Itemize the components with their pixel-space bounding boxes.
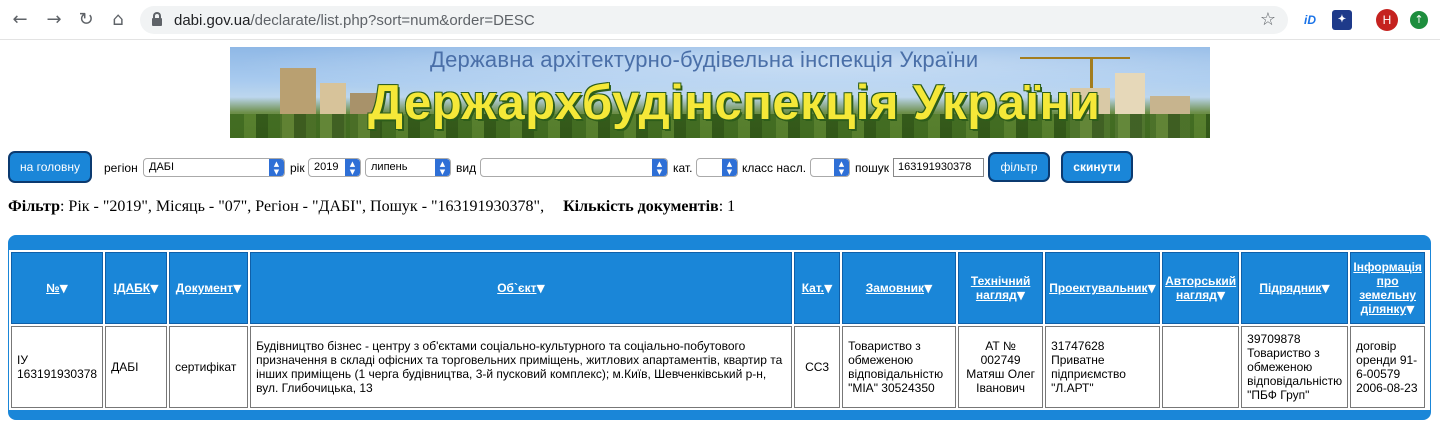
sort-link[interactable]: ІДАБК	[114, 281, 151, 295]
home-button[interactable]: на головну	[8, 151, 92, 183]
filter-summary: Фільтр: Рік - "2019", Місяць - "07", Рег…	[8, 198, 735, 216]
sort-down-icon: ▼	[824, 282, 833, 295]
cell-object: Будівництво бізнес - центру з об'єктами …	[250, 326, 793, 408]
sort-down-icon: ▼	[1321, 282, 1330, 295]
class-select[interactable]: ▲ ▼	[810, 158, 850, 177]
column-header-category[interactable]: Кат.▼	[794, 252, 841, 324]
region-select-value: ДАБІ	[149, 161, 175, 173]
cell-land-info: договір оренди 91-6-00579 2006-08-23	[1350, 326, 1426, 408]
cell-tech-supervision: АТ № 002749 Матяш Олег Іванович	[958, 326, 1044, 408]
sort-link[interactable]: Підрядник	[1259, 281, 1321, 295]
sort-link[interactable]: Авторський нагляд	[1165, 274, 1236, 302]
reload-icon[interactable]: ↻	[74, 8, 98, 32]
table-header-row: №▼ ІДАБК▼ Документ▼ Об`єкт▼ Кат.▼ Замовн…	[11, 252, 1426, 324]
chevron-updown-icon: ▲ ▼	[435, 159, 450, 176]
type-select[interactable]: ▲ ▼	[480, 158, 668, 177]
table-footer-band	[9, 410, 1430, 419]
cell-idabk: ДАБІ	[105, 326, 168, 408]
update-icon[interactable]: ↑	[1410, 11, 1428, 29]
sort-down-icon: ▼	[59, 282, 68, 295]
cell-designer: 31747628 Приватне підприємство "Л.АРТ"	[1045, 326, 1161, 408]
class-label: класс насл.	[742, 161, 807, 175]
cell-document: сертифікат	[169, 326, 249, 408]
category-select[interactable]: ▲ ▼	[696, 158, 738, 177]
document-count-value: : 1	[718, 198, 736, 215]
bookmark-star-icon[interactable]: ☆	[1260, 9, 1276, 30]
address-bar[interactable]: dabi.gov.ua/declarate/list.php?sort=num&…	[140, 6, 1288, 34]
chevron-updown-icon: ▲ ▼	[269, 159, 284, 176]
lock-icon[interactable]	[152, 12, 162, 26]
reset-button[interactable]: скинути	[1061, 151, 1133, 183]
column-header-num[interactable]: №▼	[11, 252, 104, 324]
profile-avatar[interactable]: H	[1376, 9, 1398, 31]
chevron-updown-icon: ▲ ▼	[652, 159, 667, 176]
extension-dark-icon[interactable]: ✦	[1332, 10, 1352, 30]
filter-summary-text: : Рік - "2019", Місяць - "07", Регіон - …	[59, 198, 545, 215]
url-text[interactable]: dabi.gov.ua/declarate/list.php?sort=num&…	[174, 12, 535, 29]
banner-crane-jib	[1020, 57, 1130, 59]
chevron-updown-icon: ▲ ▼	[345, 159, 360, 176]
column-header-contractor[interactable]: Підрядник▼	[1241, 252, 1349, 324]
sort-link[interactable]: Замовник	[866, 281, 924, 295]
cell-customer: Товариство з обмеженою відповідальністю …	[842, 326, 957, 408]
sort-down-icon: ▼	[150, 282, 159, 295]
search-input[interactable]: 163191930378	[893, 158, 984, 177]
column-header-document[interactable]: Документ▼	[169, 252, 249, 324]
results-table-body: №▼ ІДАБК▼ Документ▼ Об`єкт▼ Кат.▼ Замовн…	[9, 250, 1430, 410]
sort-down-icon: ▼	[1406, 303, 1415, 316]
cell-num: ІУ 163191930378	[11, 326, 104, 408]
banner-subtitle: Державна архітектурно-будівельна інспекц…	[430, 47, 979, 72]
column-header-designer[interactable]: Проектувальник▼	[1045, 252, 1161, 324]
site-banner: Державна архітектурно-будівельна інспекц…	[230, 47, 1210, 138]
cell-author-supervision	[1162, 326, 1240, 408]
region-select[interactable]: ДАБІ ▲ ▼	[143, 158, 285, 177]
sort-link[interactable]: Кат.	[802, 281, 824, 295]
sort-link[interactable]: Об`єкт	[497, 281, 536, 295]
category-label: кат.	[673, 161, 693, 175]
filter-summary-label: Фільтр	[8, 198, 60, 215]
table-row: ІУ 163191930378 ДАБІ сертифікат Будівниц…	[11, 326, 1426, 408]
year-label: рік	[290, 161, 305, 175]
home-icon[interactable]: ⌂	[106, 8, 130, 32]
sort-link[interactable]: №	[46, 281, 59, 295]
column-header-object[interactable]: Об`єкт▼	[250, 252, 793, 324]
sort-down-icon: ▼	[536, 282, 545, 295]
sort-link[interactable]: Проектувальник	[1049, 281, 1147, 295]
url-domain: dabi.gov.ua	[174, 12, 251, 29]
year-select-value: 2019	[314, 161, 339, 173]
column-header-tech-supervision[interactable]: Технічний нагляд▼	[958, 252, 1044, 324]
url-path: /declarate/list.php?sort=num&order=DESC	[250, 12, 535, 29]
column-header-author-supervision[interactable]: Авторський нагляд▼	[1162, 252, 1240, 324]
column-header-idabk[interactable]: ІДАБК▼	[105, 252, 168, 324]
month-select[interactable]: липень ▲ ▼	[365, 158, 451, 177]
month-select-value: липень	[371, 161, 408, 173]
chevron-updown-icon: ▲ ▼	[722, 159, 737, 176]
sort-down-icon: ▼	[1216, 289, 1226, 302]
region-label: регіон	[104, 161, 138, 175]
chevron-updown-icon: ▲ ▼	[834, 159, 849, 176]
results-table: №▼ ІДАБК▼ Документ▼ Об`єкт▼ Кат.▼ Замовн…	[9, 250, 1427, 410]
back-icon[interactable]: ←	[8, 8, 32, 32]
forward-icon[interactable]: →	[42, 8, 66, 32]
sort-link[interactable]: Документ	[176, 281, 233, 295]
results-table-panel: №▼ ІДАБК▼ Документ▼ Об`єкт▼ Кат.▼ Замовн…	[8, 235, 1431, 420]
document-count-label: Кількість документів	[563, 198, 719, 215]
search-label: пошук	[855, 161, 890, 175]
sort-down-icon: ▼	[232, 282, 242, 295]
type-label: вид	[456, 161, 477, 175]
year-select[interactable]: 2019 ▲ ▼	[308, 158, 361, 177]
cell-contractor: 39709878 Товариство з обмеженою відповід…	[1241, 326, 1349, 408]
banner-title: Держархбудінспекція України	[368, 76, 1101, 130]
column-header-land-info[interactable]: Інформація про земельну ділянку▼	[1350, 252, 1426, 324]
filter-button[interactable]: фільтр	[988, 152, 1050, 182]
extension-id-icon[interactable]: iD	[1300, 10, 1320, 30]
column-header-customer[interactable]: Замовник▼	[842, 252, 957, 324]
sort-down-icon: ▼	[923, 282, 933, 295]
browser-toolbar: ← → ↻ ⌂ dabi.gov.ua/declarate/list.php?s…	[0, 0, 1440, 40]
sort-down-icon: ▼	[1147, 282, 1156, 295]
cell-category: СС3	[794, 326, 841, 408]
sort-down-icon: ▼	[1016, 289, 1026, 302]
